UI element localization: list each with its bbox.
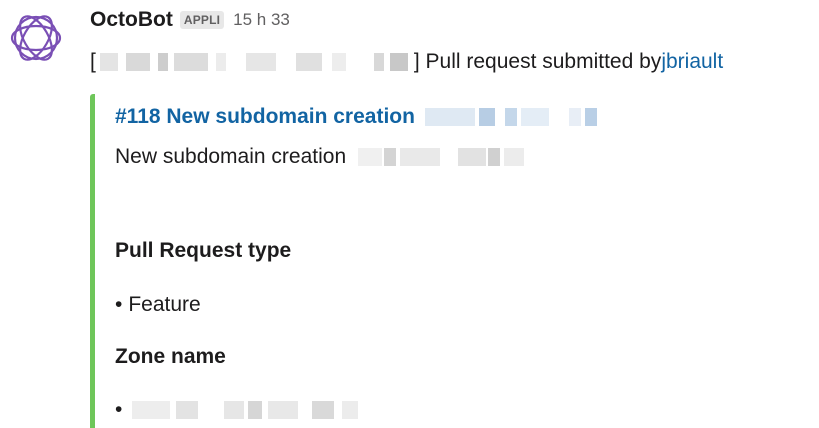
attachment-color-bar: [90, 94, 95, 428]
app-badge: APPLI: [179, 11, 225, 29]
message: OctoBot APPLI 15 h 33 [ ] Pull request s…: [0, 0, 819, 428]
message-text: [ ] Pull request submitted by jbriault: [90, 46, 723, 78]
attachment-subtitle-text: New subdomain creation: [115, 145, 347, 168]
attachment-subtitle: New subdomain creation: [115, 142, 534, 172]
octobot-logo-icon[interactable]: [6, 8, 66, 68]
redacted-repo-name: [96, 53, 414, 71]
message-timestamp[interactable]: 15 h 33: [233, 10, 290, 30]
bullet-glyph: •: [115, 293, 123, 316]
redacted-subtitle-suffix: [354, 148, 534, 166]
sender-name[interactable]: OctoBot: [90, 8, 173, 32]
redacted-title-suffix: [421, 108, 601, 126]
list-item-pr-type: • Feature: [115, 290, 201, 320]
list-item-text: Feature: [128, 293, 201, 316]
attachment: #118 New subdomain creation New subdomai…: [90, 94, 790, 428]
section-heading-zone-name: Zone name: [115, 345, 226, 368]
attachment-title[interactable]: #118 New subdomain creation: [115, 102, 601, 132]
message-header: OctoBot APPLI 15 h 33: [90, 5, 290, 35]
redacted-zone-name: [128, 401, 378, 419]
attachment-title-link[interactable]: #118 New subdomain creation: [115, 105, 415, 129]
pull-request-text: ] Pull request submitted by: [413, 50, 662, 73]
section-heading-pr-type: Pull Request type: [115, 239, 292, 262]
user-link[interactable]: jbriault: [661, 50, 723, 74]
list-item-zone-name: •: [115, 395, 378, 425]
bullet-glyph: •: [115, 398, 123, 421]
